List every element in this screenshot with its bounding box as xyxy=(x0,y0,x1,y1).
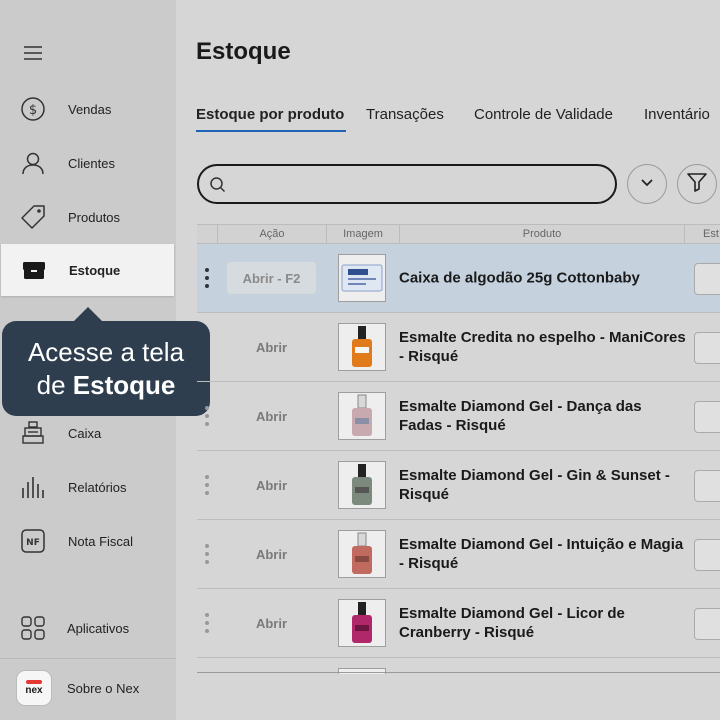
kebab-menu-icon[interactable] xyxy=(203,544,211,564)
dollar-circle-icon: $ xyxy=(20,96,46,122)
sidebar-item-label: Clientes xyxy=(68,155,115,171)
stock-field[interactable] xyxy=(694,539,720,571)
column-header-produto: Produto xyxy=(399,225,684,244)
page-title: Estoque xyxy=(196,38,291,65)
tab-estoque-por-produto[interactable]: Estoque por produto xyxy=(196,106,344,123)
sidebar-item-label: Vendas xyxy=(68,101,112,117)
nf-icon: NF xyxy=(20,528,46,554)
cash-register-icon xyxy=(20,420,46,446)
bar-chart-icon xyxy=(20,474,46,500)
sidebar-item-label: Caixa xyxy=(68,425,102,441)
product-name: Esmalte Credita no espelho - ManiCores -… xyxy=(399,329,686,365)
column-header-imagem: Imagem xyxy=(326,225,399,244)
hamburger-icon[interactable] xyxy=(20,40,46,66)
svg-text:NF: NF xyxy=(26,538,40,548)
table-row[interactable]: Abrir Esmalte Diamond Gel - Gin & Sunset… xyxy=(197,451,720,520)
tab-inventario[interactable]: Inventário xyxy=(644,106,710,123)
sidebar-item-label: Relatórios xyxy=(68,479,127,495)
product-name: Esmalte Diamond Gel - Gin & Sunset - Ris… xyxy=(399,467,670,503)
logo-text: nex xyxy=(25,685,43,696)
tooltip-line-2-prefix: de xyxy=(36,369,66,400)
stock-field[interactable] xyxy=(694,263,720,295)
sidebar-item-relatorios[interactable]: Relatórios xyxy=(0,461,176,513)
apps-grid-icon xyxy=(20,615,46,641)
stock-field[interactable] xyxy=(694,332,720,364)
tab-controle-de-validade[interactable]: Controle de Validade xyxy=(474,106,613,123)
kebab-menu-icon[interactable] xyxy=(203,613,211,633)
product-name: Esmalte Diamond Gel - Dança das Fadas - … xyxy=(399,398,642,434)
product-image xyxy=(338,323,386,371)
box-icon xyxy=(21,257,47,283)
open-button[interactable]: Abrir xyxy=(227,538,316,570)
sidebar-item-aplicativos[interactable]: Aplicativos xyxy=(0,602,176,654)
svg-text:$: $ xyxy=(29,103,37,118)
tag-icon xyxy=(20,204,46,230)
product-name: Caixa de algodão 25g Cottonbaby xyxy=(399,269,640,287)
user-icon xyxy=(20,150,46,176)
table-row[interactable]: Abrir - F2 Caixa de algodão 25g Cottonba… xyxy=(197,244,720,313)
stock-field[interactable] xyxy=(694,608,720,640)
filter-button[interactable] xyxy=(677,164,717,204)
product-image xyxy=(338,530,386,578)
sidebar-item-estoque[interactable]: Estoque xyxy=(1,244,174,296)
open-button[interactable]: Abrir - F2 xyxy=(227,262,316,294)
column-header-acao: Ação xyxy=(217,225,326,244)
open-button[interactable]: Abrir xyxy=(227,607,316,639)
chevron-down-icon xyxy=(640,175,654,193)
sidebar-item-label: Produtos xyxy=(68,209,121,225)
tooltip-line-2-strong: Estoque xyxy=(72,369,176,400)
kebab-menu-icon[interactable] xyxy=(203,475,211,495)
product-image xyxy=(338,599,386,647)
expand-button[interactable] xyxy=(627,164,667,204)
onboarding-tooltip: Acesse a tela de Estoque xyxy=(2,321,210,416)
open-button[interactable]: Abrir xyxy=(227,469,316,501)
sidebar-item-produtos[interactable]: Produtos xyxy=(0,191,176,243)
active-tab-indicator xyxy=(196,130,346,132)
sidebar-item-vendas[interactable]: $ Vendas xyxy=(0,83,176,135)
tooltip-line-2: de Estoque xyxy=(37,369,176,402)
column-header-select xyxy=(197,225,217,244)
open-button[interactable]: Abrir xyxy=(227,331,316,363)
search-icon xyxy=(209,176,227,194)
sidebar-item-label: Estoque xyxy=(69,262,121,278)
product-image xyxy=(338,461,386,509)
sidebar-item-label: Sobre o Nex xyxy=(67,680,140,696)
sidebar-item-nota-fiscal[interactable]: NF Nota Fiscal xyxy=(0,515,176,567)
logo-bar xyxy=(26,680,42,684)
product-image xyxy=(338,254,386,302)
nex-logo[interactable]: nex xyxy=(16,670,52,706)
table-row[interactable]: Abrir Esmalte Diamond Gel - Intuição e M… xyxy=(197,520,720,589)
table-row[interactable]: Abrir Esmalte Credita no espelho - ManiC… xyxy=(197,313,720,382)
search-input[interactable] xyxy=(197,164,617,204)
tab-transacoes[interactable]: Transações xyxy=(366,106,444,123)
table-header: Ação Imagem Produto Est xyxy=(197,224,720,244)
sidebar-divider xyxy=(0,658,176,659)
product-name: Esmalte Diamond Gel - Licor de Cranberry… xyxy=(399,605,625,641)
product-image xyxy=(338,668,386,674)
open-button[interactable]: Abrir xyxy=(227,400,316,432)
table-bottom-border xyxy=(197,672,720,673)
table-row[interactable]: Abrir Esmalte Diamond Gel - Licor de Cra… xyxy=(197,589,720,658)
sidebar-item-label: Aplicativos xyxy=(67,620,130,636)
kebab-menu-icon[interactable] xyxy=(203,268,211,288)
product-name: Esmalte Diamond Gel - Intuição e Magia -… xyxy=(399,536,684,572)
column-header-estoque: Est xyxy=(684,225,720,244)
table-row[interactable]: Abrir Esmalte Diamond Gel - Dança das Fa… xyxy=(197,382,720,451)
tooltip-line-1: Acesse a tela xyxy=(27,336,185,367)
sidebar-item-clientes[interactable]: Clientes xyxy=(0,137,176,189)
kebab-menu-icon[interactable] xyxy=(203,406,211,426)
product-table: Ação Imagem Produto Est Abrir - F2 Caixa… xyxy=(197,224,720,674)
stock-field[interactable] xyxy=(694,470,720,502)
filter-icon xyxy=(686,172,708,197)
stock-field[interactable] xyxy=(694,401,720,433)
product-image xyxy=(338,392,386,440)
sidebar-item-label: Nota Fiscal xyxy=(68,533,134,549)
